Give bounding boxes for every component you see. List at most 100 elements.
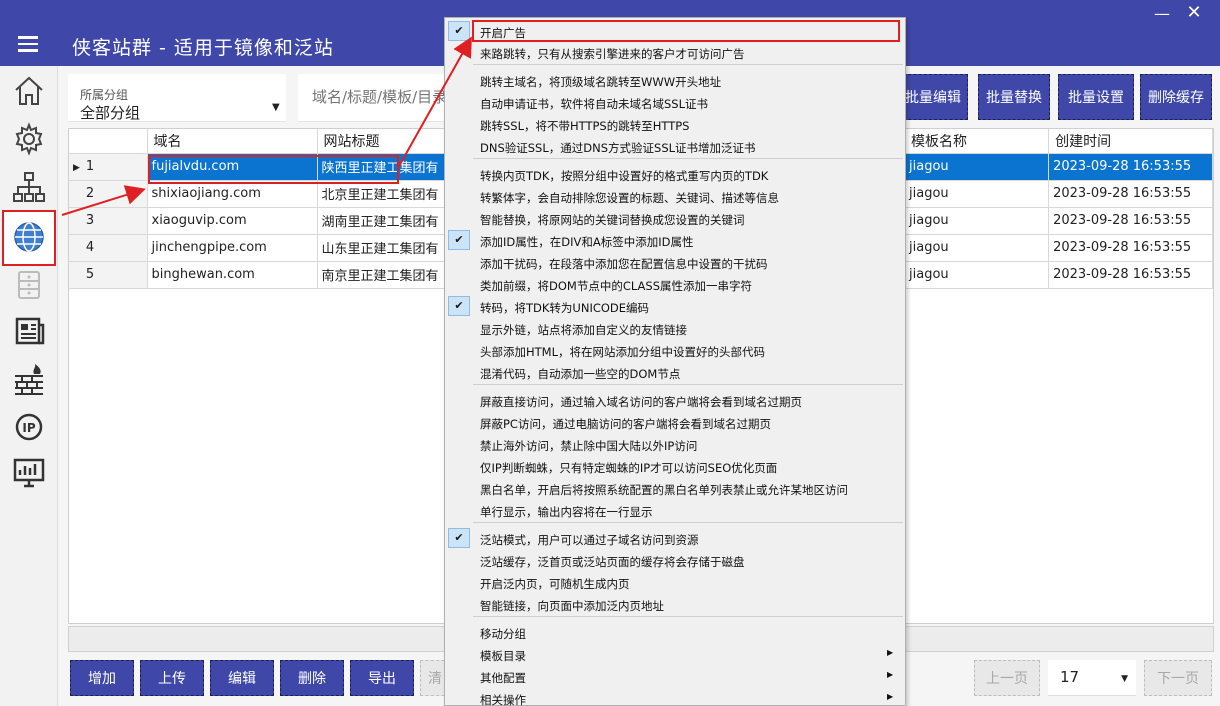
prev-page-button[interactable]: 上一页 [974,660,1040,696]
close-button[interactable]: ✕ [1184,2,1204,23]
table-row[interactable]: jiagou 2023-09-28 16:53:55 [905,153,1213,181]
search-input[interactable] [298,74,448,120]
row-pointer-icon: ▶ [73,163,80,173]
menu-item[interactable]: 屏蔽直接访问，通过输入域名访问的客户端将会看到域名过期页 [445,390,905,412]
menu-item-label: 仅IP判断蜘蛛，只有特定蜘蛛的IP才可以访问SEO优化页面 [480,461,778,475]
cell-title[interactable]: 北京里正建工集团有 [317,180,458,208]
menu-item[interactable]: 智能替换，将原网站的关键词替换成您设置的关键词 [445,208,905,230]
edit-button[interactable]: 编辑 [210,660,274,696]
menu-item[interactable]: 来路跳转，只有从搜索引擎进来的客户才可访问广告 [445,42,905,64]
menu-item[interactable]: 其他配置 ▶ [445,666,905,688]
cell-created[interactable]: 2023-09-28 16:53:55 [1048,234,1213,262]
menu-item[interactable]: 禁止海外访问，禁止除中国大陆以外IP访问 [445,434,905,456]
cell-title[interactable]: 南京里正建工集团有 [317,261,458,289]
cell-created[interactable]: 2023-09-28 16:53:55 [1048,153,1213,181]
menu-item[interactable]: 移动分组 [445,622,905,644]
cell-created[interactable]: 2023-09-28 16:53:55 [1048,180,1213,208]
upload-button[interactable]: 上传 [140,660,204,696]
checkmark-icon: ✔ [448,528,470,548]
row-number: ▶2 [69,180,148,208]
cell-domain[interactable]: binghewan.com [147,261,318,289]
next-page-button[interactable]: 下一页 [1144,660,1212,696]
menu-separator [473,64,903,65]
menu-item-label: 来路跳转，只有从搜索引擎进来的客户才可访问广告 [480,47,745,61]
table-row[interactable]: jiagou 2023-09-28 16:53:55 [905,207,1213,235]
cell-title[interactable]: 山东里正建工集团有 [317,234,458,262]
server-icon[interactable] [10,266,48,304]
minimize-button[interactable]: — [1152,4,1172,23]
cell-template[interactable]: jiagou [905,207,1050,235]
add-button[interactable]: 增加 [70,660,134,696]
menu-item[interactable]: DNS验证SSL，通过DNS方式验证SSL证书增加泛证书 [445,136,905,158]
cell-template[interactable]: jiagou [905,261,1050,289]
monitor-chart-icon[interactable] [10,454,48,492]
cell-template[interactable]: jiagou [905,153,1050,181]
export-button[interactable]: 导出 [350,660,414,696]
ip-icon[interactable]: IP [10,408,48,446]
menu-item[interactable]: 添加干扰码，在段落中添加您在配置信息中设置的干扰码 [445,252,905,274]
search-box[interactable] [298,74,448,122]
menu-item[interactable]: 转换内页TDK，按照分组中设置好的格式重写内页的TDK [445,164,905,186]
menu-item[interactable]: ✔ 泛站模式，用户可以通过子域名访问到资源 [445,528,905,550]
table-row[interactable]: jiagou 2023-09-28 16:53:55 [905,261,1213,289]
table-row[interactable]: ▶3 xiaoguvip.com 湖南里正建工集团有 [69,207,458,235]
settings-gear-icon[interactable] [10,120,48,158]
batch-edit-button[interactable]: 批量编辑 [898,74,968,120]
table-row[interactable]: jiagou 2023-09-28 16:53:55 [905,180,1213,208]
menu-item[interactable]: 跳转SSL，将不带HTTPS的跳转至HTTPS [445,114,905,136]
column-header-domain[interactable]: 域名 [147,129,318,154]
page-select[interactable]: 17 ▼ [1048,660,1136,696]
menu-item[interactable]: 智能链接，向页面中添加泛内页地址 [445,594,905,616]
cell-template[interactable]: jiagou [905,234,1050,262]
delete-button[interactable]: 删除 [280,660,344,696]
cell-domain[interactable]: jinchengpipe.com [147,234,318,262]
article-icon[interactable] [10,312,48,350]
menu-item[interactable]: 黑白名单，开启后将按照系统配置的黑白名单列表禁止或允许某地区访问 [445,478,905,500]
table-row[interactable]: jiagou 2023-09-28 16:53:55 [905,234,1213,262]
menu-item[interactable]: 单行显示，输出内容将在一行显示 [445,500,905,522]
cell-created[interactable]: 2023-09-28 16:53:55 [1048,261,1213,289]
menu-item[interactable]: ✔ 添加ID属性，在DIV和A标签中添加ID属性 [445,230,905,252]
cell-template[interactable]: jiagou [905,180,1050,208]
sitemap-tree-icon[interactable] [10,168,48,206]
batch-replace-button[interactable]: 批量替换 [978,74,1050,120]
table-row[interactable]: ▶ 1 fujialvdu.com 陕西里正建工集团有 [69,153,458,181]
cell-created[interactable]: 2023-09-28 16:53:55 [1048,207,1213,235]
menu-item[interactable]: 跳转主域名，将顶级域名跳转至WWW开头地址 [445,70,905,92]
globe-icon[interactable] [10,218,48,256]
menu-item[interactable]: 开启泛内页，可随机生成内页 [445,572,905,594]
table-row[interactable]: ▶5 binghewan.com 南京里正建工集团有 [69,261,458,289]
menu-item[interactable]: 转繁体字，会自动排除您设置的标题、关键词、描述等信息 [445,186,905,208]
menu-item[interactable]: 混淆代码，自动添加一些空的DOM节点 [445,362,905,384]
column-header-title[interactable]: 网站标题 [317,129,458,154]
menu-item[interactable]: 相关操作 ▶ [445,688,905,706]
menu-item[interactable]: 屏蔽PC访问，通过电脑访问的客户端将会看到域名过期页 [445,412,905,434]
clear-cache-button[interactable]: 删除缓存 [1140,74,1212,120]
cell-title[interactable]: 湖南里正建工集团有 [317,207,458,235]
batch-settings-button[interactable]: 批量设置 [1058,74,1134,120]
cell-title[interactable]: 陕西里正建工集团有 [317,153,458,181]
column-header-created[interactable]: 创建时间 [1048,129,1213,154]
menu-item[interactable]: ✔ 转码，将TDK转为UNICODE编码 [445,296,905,318]
table-row[interactable]: ▶2 shixiaojiang.com 北京里正建工集团有 [69,180,458,208]
menu-item[interactable]: 模板目录 ▶ [445,644,905,666]
home-icon[interactable] [10,72,48,110]
group-select[interactable]: 所属分组 全部分组 ▼ [68,74,286,122]
cell-domain[interactable]: shixiaojiang.com [147,180,318,208]
menu-item[interactable]: 泛站缓存，泛首页或泛站页面的缓存将会存储于磁盘 [445,550,905,572]
hamburger-menu-icon[interactable] [18,36,38,52]
submenu-arrow-icon: ▶ [887,648,894,657]
menu-item[interactable]: 仅IP判断蜘蛛，只有特定蜘蛛的IP才可以访问SEO优化页面 [445,456,905,478]
cell-domain[interactable]: fujialvdu.com [147,153,318,181]
menu-item[interactable]: ✔ 开启广告 [445,21,905,43]
firewall-icon[interactable] [10,360,48,398]
site-table-left: 域名 网站标题 ▶1 fujialvdu.com 陕西里正建工集团有 ▶2 sh… [69,129,458,289]
menu-item[interactable]: 类加前缀，将DOM节点中的CLASS属性添加一串字符 [445,274,905,296]
menu-item[interactable]: 显示外链，站点将添加自定义的友情链接 [445,318,905,340]
cell-domain[interactable]: xiaoguvip.com [147,207,318,235]
menu-item-label: 转繁体字，会自动排除您设置的标题、关键词、描述等信息 [480,191,779,205]
column-header-template[interactable]: 模板名称 [905,129,1050,154]
menu-item[interactable]: 头部添加HTML，将在网站添加分组中设置好的头部代码 [445,340,905,362]
table-row[interactable]: ▶4 jinchengpipe.com 山东里正建工集团有 [69,234,458,262]
menu-item[interactable]: 自动申请证书，软件将自动未域名域SSL证书 [445,92,905,114]
